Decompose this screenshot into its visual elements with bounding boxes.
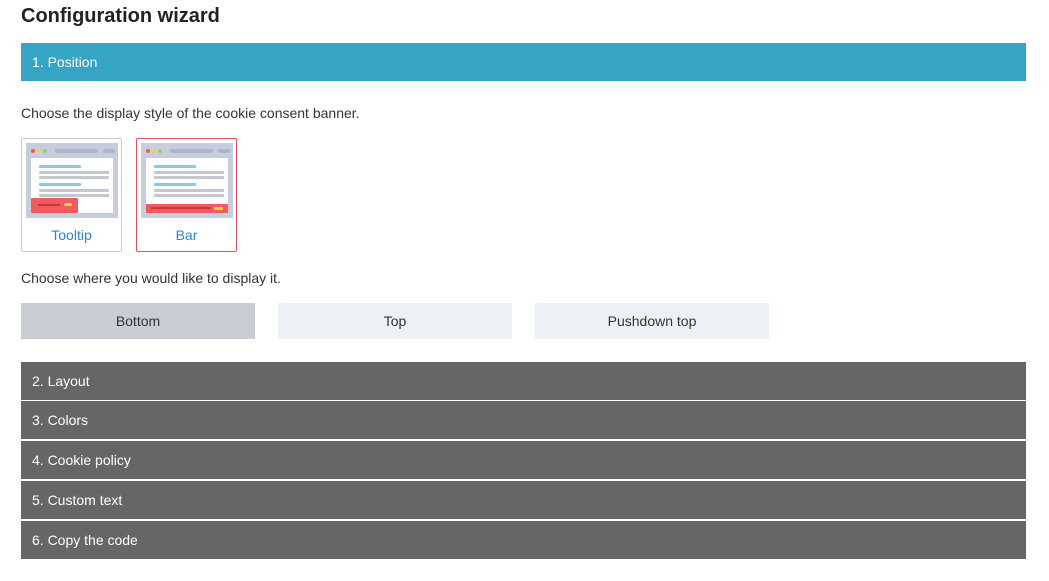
configuration-wizard: Configuration wizard 1. Position Choose … <box>0 0 1049 581</box>
section-header-colors[interactable]: 3. Colors <box>21 401 1026 439</box>
placement-bottom-button[interactable]: Bottom <box>21 303 255 339</box>
placement-pushdown-top-button[interactable]: Pushdown top <box>535 303 769 339</box>
section-header-copy-code[interactable]: 6. Copy the code <box>21 521 1026 559</box>
tooltip-thumbnail <box>26 143 118 218</box>
page-title: Configuration wizard <box>21 5 220 27</box>
section-header-custom-text[interactable]: 5. Custom text <box>21 481 1026 519</box>
placement-prompt: Choose where you would like to display i… <box>21 270 281 286</box>
section-header-layout[interactable]: 2. Layout <box>21 362 1026 400</box>
style-prompt: Choose the display style of the cookie c… <box>21 105 360 121</box>
style-option-bar[interactable]: Bar <box>136 138 237 252</box>
style-option-label: Bar <box>175 227 198 243</box>
style-option-label: Tooltip <box>51 227 92 243</box>
section-header-cookie-policy[interactable]: 4. Cookie policy <box>21 441 1026 479</box>
bar-thumbnail <box>141 143 233 218</box>
style-option-tooltip[interactable]: Tooltip <box>21 138 122 252</box>
section-header-position[interactable]: 1. Position <box>21 43 1026 81</box>
placement-top-button[interactable]: Top <box>278 303 512 339</box>
